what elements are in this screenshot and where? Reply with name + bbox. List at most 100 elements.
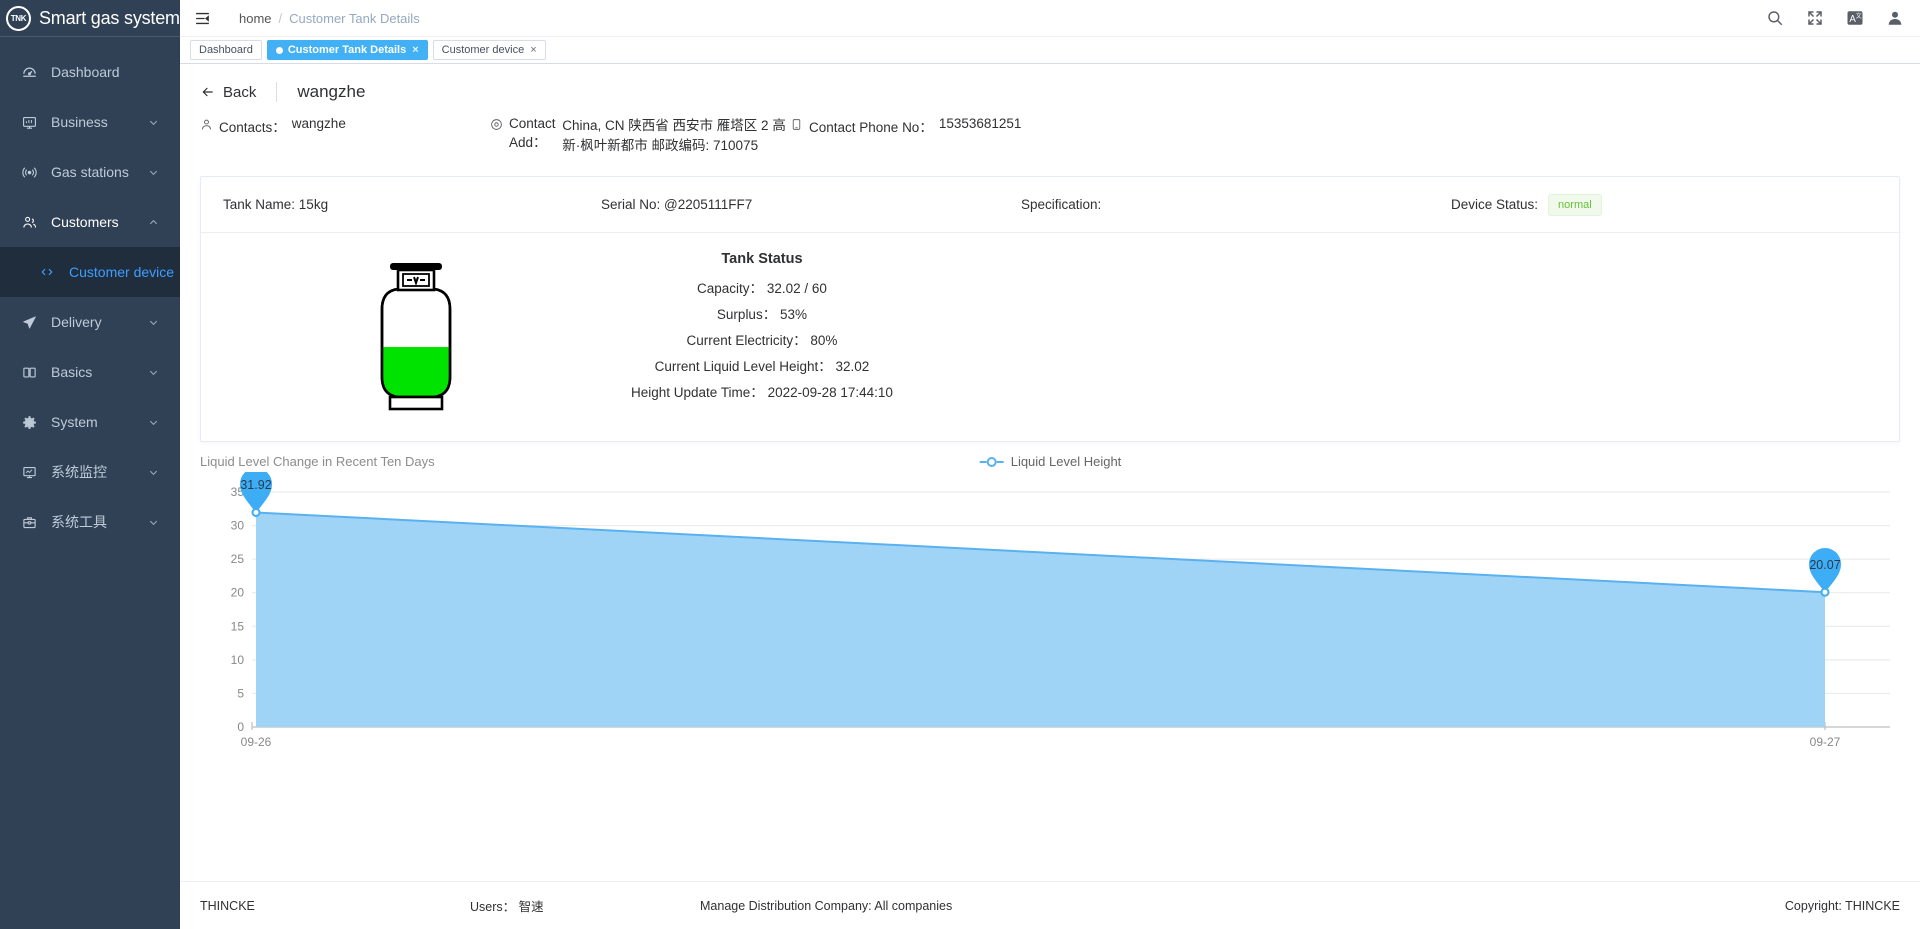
chevron-down-icon	[148, 117, 160, 128]
breadcrumb-home[interactable]: home	[239, 11, 272, 26]
specification-label: Specification:	[1021, 197, 1102, 212]
contacts-label: Contacts：	[219, 120, 286, 135]
tank-status-line: Surplus： 53%	[631, 302, 893, 328]
tab-close-icon[interactable]: ×	[530, 44, 536, 56]
footer-brand: THINCKE	[200, 898, 255, 913]
chart-point-marker-left: 31.92	[240, 472, 272, 517]
legend-marker-icon	[979, 456, 1005, 468]
breadcrumb: home / Customer Tank Details	[239, 11, 420, 26]
sidebar-item-basics[interactable]: Basics	[0, 347, 180, 397]
sidebar-item-label: Dashboard	[51, 64, 120, 80]
dashboard-icon	[22, 65, 44, 80]
address-label: Contact Add：	[509, 116, 556, 150]
sidebar-submenu-customers: Customer device	[0, 247, 180, 297]
footer-company-value: All companies	[874, 898, 953, 913]
liquid-height-value: 32.02	[835, 359, 870, 374]
electricity-value: 80%	[810, 333, 838, 348]
search-icon[interactable]	[1766, 9, 1784, 27]
footer-users-value: 智速	[518, 900, 544, 914]
footer-company-label: Manage Distribution Company:	[700, 898, 872, 913]
app-root: TNK Smart gas system Dashboard Business …	[0, 0, 1920, 929]
sidebar-item-label: Customers	[51, 214, 119, 230]
contact-address: Contact Add： China, CN 陕西省 西安市 雁塔区 2 高新·…	[490, 116, 790, 156]
brand-header[interactable]: TNK Smart gas system	[0, 0, 180, 37]
monitor-icon	[22, 115, 44, 130]
height-update-value: 2022-09-28 17:44:10	[767, 385, 893, 400]
specification-field: Specification:	[1021, 197, 1451, 212]
page-footer: THINCKE Users： 智速 Manage Distribution Co…	[180, 881, 1920, 929]
sidebar-item-system-monitor[interactable]: 系统监控	[0, 447, 180, 497]
book-icon	[22, 365, 44, 380]
tank-name-label: Tank Name:	[223, 197, 296, 212]
page-title: wangzhe	[297, 82, 366, 101]
navbar-actions: A 文	[1766, 9, 1904, 27]
ytick-label: 30	[231, 519, 245, 533]
sidebar-item-label: 系统监控	[51, 464, 107, 480]
tab-label: Dashboard	[199, 44, 253, 56]
sidebar-item-dashboard[interactable]: Dashboard	[0, 47, 180, 97]
footer-company: Manage Distribution Company: All compani…	[700, 899, 1785, 913]
main-area: home / Customer Tank Details A 文 Dashboa…	[180, 0, 1920, 929]
header-divider	[276, 82, 278, 102]
chart-area-fill	[256, 512, 1825, 727]
ytick-label: 10	[231, 653, 245, 667]
tank-card-header: Tank Name: 15kg Serial No: @2205111FF7 S…	[201, 177, 1899, 233]
tab-label: Customer device	[441, 44, 525, 56]
liquid-level-chart: Liquid Level Change in Recent Ten Days L…	[200, 442, 1900, 881]
user-icon[interactable]	[1886, 9, 1904, 27]
height-update-label: Height Update Time：	[631, 385, 764, 400]
device-status-label: Device Status:	[1451, 197, 1539, 212]
xtick-label: 09-26	[241, 735, 272, 749]
sidebar-item-business[interactable]: Business	[0, 97, 180, 147]
tab-dashboard[interactable]: Dashboard	[190, 40, 262, 60]
location-icon	[490, 118, 503, 131]
chart-title: Liquid Level Change in Recent Ten Days	[200, 454, 435, 469]
sidebar-item-label: Business	[51, 114, 108, 130]
monitor-chart-icon	[22, 465, 44, 480]
chevron-down-icon	[148, 367, 160, 378]
ytick-label: 5	[237, 686, 244, 700]
electricity-label: Current Electricity：	[686, 333, 807, 348]
fullscreen-icon[interactable]	[1806, 9, 1824, 27]
chart-canvas: 35 30 25 20 15 10 5 0 31.92 20.07 09-26 …	[231, 472, 1890, 749]
tank-status-line: Current Liquid Level Height： 32.02	[631, 354, 893, 380]
tab-customer-device[interactable]: Customer device ×	[432, 40, 546, 60]
xtick-label: 09-27	[1810, 735, 1841, 749]
phone-value: 15353681251	[938, 116, 1022, 131]
contacts-value: wangzhe	[291, 116, 346, 131]
translate-icon[interactable]: A 文	[1846, 9, 1864, 27]
toolbox-icon	[22, 515, 44, 530]
sidebar-item-delivery[interactable]: Delivery	[0, 297, 180, 347]
chevron-down-icon	[148, 467, 160, 478]
hamburger-icon[interactable]	[194, 10, 211, 27]
sidebar-item-customer-device[interactable]: Customer device	[0, 247, 180, 297]
tab-close-icon[interactable]: ×	[412, 44, 418, 56]
address-value: China, CN 陕西省 西安市 雁塔区 2 高新·枫叶新都市 邮政编码: 7…	[562, 118, 786, 153]
sidebar-item-system-tools[interactable]: 系统工具	[0, 497, 180, 547]
sidebar-item-system[interactable]: System	[0, 397, 180, 447]
footer-copyright: Copyright: THINCKE	[1784, 898, 1900, 913]
tab-customer-tank-details[interactable]: Customer Tank Details ×	[266, 40, 428, 60]
tank-name-value: 15kg	[298, 197, 329, 212]
page-content: Back wangzhe Contacts： wangzhe Contact A…	[180, 64, 1920, 929]
person-icon	[200, 118, 213, 131]
tab-label: Customer Tank Details	[287, 44, 407, 56]
sidebar: TNK Smart gas system Dashboard Business …	[0, 0, 180, 929]
chevron-down-icon	[148, 517, 160, 528]
sidebar-item-gas-stations[interactable]: Gas stations	[0, 147, 180, 197]
chevron-up-icon	[148, 217, 160, 228]
chart-point-label: 20.07	[1809, 558, 1840, 572]
back-button[interactable]: Back	[200, 84, 256, 101]
page-header-row: Back wangzhe	[180, 64, 1920, 108]
sidebar-item-customers[interactable]: Customers	[0, 197, 180, 247]
capacity-value: 32.02 / 60	[766, 281, 827, 296]
legend-label: Liquid Level Height	[1010, 454, 1122, 469]
tank-status-title: Tank Status	[721, 251, 803, 267]
sidebar-item-label: System	[51, 414, 98, 430]
device-status-field: Device Status: normal	[1451, 193, 1899, 216]
breadcrumb-current: Customer Tank Details	[289, 10, 420, 26]
chart-legend[interactable]: Liquid Level Height	[979, 454, 1122, 469]
gear-icon	[22, 415, 44, 430]
contact-info-row: Contacts： wangzhe Contact Add： China, CN…	[180, 108, 1920, 168]
tank-name-field: Tank Name: 15kg	[201, 197, 601, 212]
